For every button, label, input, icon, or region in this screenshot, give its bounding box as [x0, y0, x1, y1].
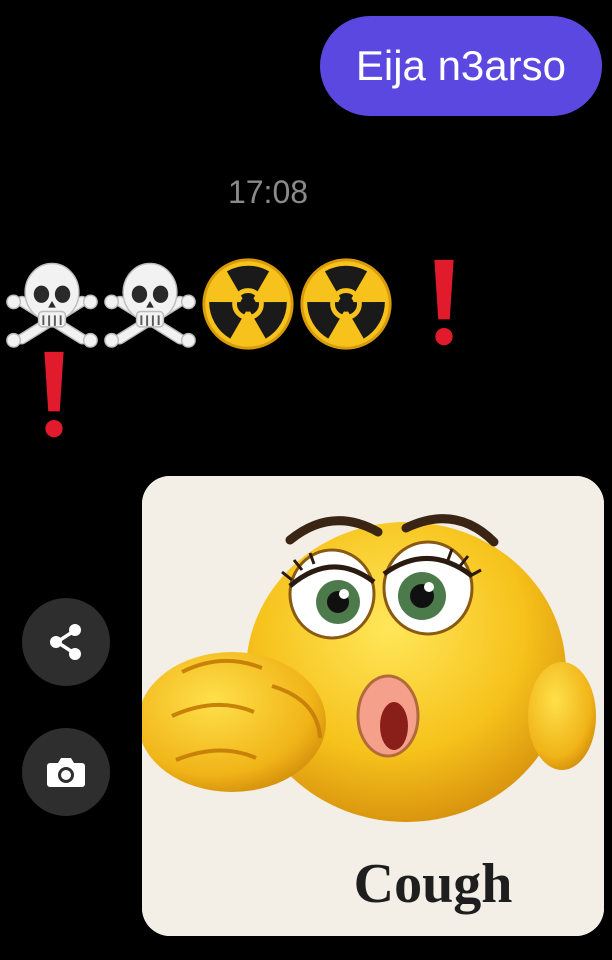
- share-button[interactable]: [22, 598, 110, 686]
- skull-and-crossbones-icon: [4, 252, 100, 348]
- exclamation-mark-icon: [396, 256, 492, 352]
- camera-icon: [44, 750, 88, 794]
- image-message[interactable]: Cough: [142, 476, 604, 936]
- exclamation-mark-icon: [6, 348, 102, 444]
- camera-button[interactable]: [22, 728, 110, 816]
- share-icon: [44, 620, 88, 664]
- chat-screen: Eija n3arso 17:08 Cough: [0, 0, 612, 960]
- sent-message-text: Eija n3arso: [355, 42, 566, 89]
- received-emoji-message[interactable]: [4, 252, 564, 452]
- sent-message-bubble[interactable]: Eija n3arso: [319, 16, 602, 116]
- image-caption: Cough: [353, 853, 513, 915]
- radioactive-icon: [200, 256, 296, 352]
- radioactive-icon: [298, 256, 394, 352]
- message-timestamp: 17:08: [227, 174, 309, 210]
- skull-and-crossbones-icon: [102, 252, 198, 348]
